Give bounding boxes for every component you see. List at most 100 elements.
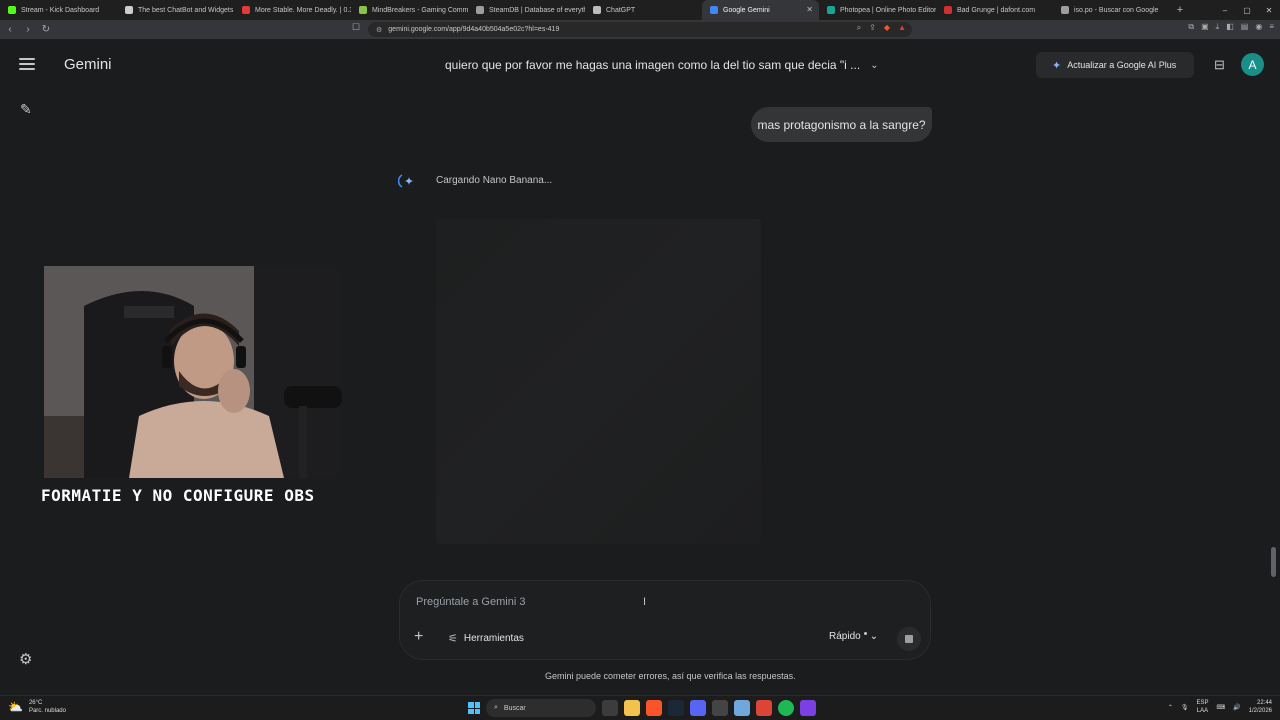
notepad-icon[interactable] — [734, 700, 750, 716]
brave-rewards-icon[interactable]: ▲ — [898, 23, 906, 33]
brave-browser-icon[interactable] — [646, 700, 662, 716]
app-icon[interactable] — [712, 700, 728, 716]
clock-time: 22:44 — [1256, 700, 1272, 706]
clock[interactable]: 22:44 1/2/2026 — [1249, 699, 1272, 715]
browser-tab[interactable]: Google Gemini ✕ — [702, 0, 819, 20]
maximize-icon[interactable]: ▢ — [1236, 6, 1258, 15]
conversation-title[interactable]: quiero que por favor me hagas una imagen… — [445, 58, 879, 72]
weather-widget[interactable]: ⛅ 26°C Parc. nublado — [8, 699, 66, 715]
tab-label: ChatGPT — [606, 6, 636, 14]
chevron-down-icon: ⌄ — [870, 59, 879, 71]
share-icon[interactable]: ⇪ — [869, 23, 876, 33]
tools-sliders-icon: ⚟ — [448, 633, 458, 645]
browser-tab[interactable]: Stream - Kick Dashboard — [0, 0, 117, 20]
steam-icon[interactable] — [668, 700, 684, 716]
loading-status: Cargando Nano Banana... — [436, 175, 553, 186]
prompt-input[interactable]: Pregúntale a Gemini 3 — [416, 596, 525, 608]
download-icon[interactable]: ⤓ — [1216, 22, 1220, 32]
url-text: gemini.google.com/app/9d4a40b504a5e02c?h… — [388, 26, 560, 33]
wallet-icon[interactable]: ▤ — [1241, 22, 1249, 32]
tools-label: Herramientas — [463, 633, 524, 644]
browser-tab[interactable]: SteamDB | Database of everything — [468, 0, 585, 20]
search-label: Buscar — [503, 704, 526, 712]
stop-button[interactable] — [897, 627, 921, 651]
volume-icon[interactable]: 🔊 — [1233, 704, 1240, 711]
bookmark-icon[interactable]: ☐ — [352, 22, 360, 33]
zoom-icon[interactable]: ⌕ — [857, 23, 861, 33]
search-icon: ⌕ — [494, 704, 498, 711]
address-bar[interactable]: ⚙ gemini.google.com/app/9d4a40b504a5e02c… — [368, 22, 912, 37]
weather-cloud-sun-icon: ⛅ — [8, 700, 23, 714]
browser-tab[interactable]: The best ChatBot and Widgets for — [117, 0, 234, 20]
browser-tab[interactable]: iso.po - Buscar con Google — [1053, 0, 1170, 20]
site-info-icon[interactable]: ⚙ — [376, 26, 382, 34]
screenshot-icon[interactable]: ▣ — [1201, 22, 1209, 32]
tab-favicon-icon — [710, 6, 718, 14]
settings-gear-icon[interactable]: ⚙ — [19, 650, 32, 668]
chrome-icon[interactable] — [756, 700, 772, 716]
browser-tab[interactable]: MindBreakers - Gaming Communit — [351, 0, 468, 20]
pinned-apps — [602, 700, 816, 716]
new-tab-button[interactable]: + — [1170, 4, 1190, 16]
tray-chevron-up-icon[interactable]: ⌃ — [1168, 704, 1173, 711]
new-chat-icon[interactable]: ✎ — [20, 101, 32, 118]
browser-tab[interactable]: ChatGPT — [585, 0, 702, 20]
obs-icon[interactable] — [800, 700, 816, 716]
scrollbar-thumb[interactable] — [1271, 547, 1276, 577]
tab-close-icon[interactable]: ✕ — [806, 5, 813, 14]
hamburger-menu-icon[interactable] — [19, 58, 35, 72]
tab-favicon-icon — [944, 6, 952, 14]
tab-favicon-icon — [593, 6, 601, 14]
sidebar-icon[interactable]: ◧ — [1226, 22, 1234, 32]
microphone-icon[interactable]: 🎙 — [1181, 704, 1189, 711]
archive-icon[interactable]: ⊟ — [1214, 57, 1225, 73]
system-tray: ⌃ 🎙 ESP LAA ⌨ 🔊 22:44 1/2/2026 — [1168, 699, 1272, 715]
tab-label: MindBreakers - Gaming Communit — [372, 6, 468, 14]
upgrade-button[interactable]: ✦ Actualizar a Google AI Plus — [1036, 52, 1194, 78]
tab-favicon-icon — [8, 6, 16, 14]
tab-favicon-icon — [242, 6, 250, 14]
weather-temp: 26°C — [28, 700, 43, 706]
stream-caption: FORMATIE Y NO CONFIGURE OBS — [41, 486, 315, 505]
reload-icon[interactable]: ↻ — [38, 24, 54, 35]
tab-label: iso.po - Buscar con Google — [1074, 6, 1159, 14]
minimize-icon[interactable]: – — [1214, 6, 1236, 15]
browser-tab-strip: Stream - Kick Dashboard The best ChatBot … — [0, 0, 1280, 20]
vpn-icon[interactable]: ◉ — [1255, 22, 1262, 32]
tab-favicon-icon — [1061, 6, 1069, 14]
gemini-spinner-icon — [398, 174, 413, 188]
discord-icon[interactable] — [690, 700, 706, 716]
browser-tab[interactable]: Bad Grunge | dafont.com — [936, 0, 1053, 20]
extension-icon[interactable]: ⧉ — [1188, 22, 1194, 32]
menu-icon[interactable]: ≡ — [1269, 22, 1274, 32]
tab-favicon-icon — [125, 6, 133, 14]
back-icon[interactable]: ‹ — [2, 24, 18, 35]
browser-tab[interactable]: More Stable. More Deadly. | 0.3.5 — [234, 0, 351, 20]
start-button-icon[interactable] — [468, 702, 480, 714]
network-icon[interactable]: ⌨ — [1216, 704, 1225, 711]
mode-selector[interactable]: Rápido ⌄ — [829, 631, 878, 642]
user-message-text: mas protagonismo a la sangre? — [757, 117, 926, 132]
tab-favicon-icon — [476, 6, 484, 14]
tools-button[interactable]: ⚟ Herramientas — [448, 632, 524, 645]
close-window-icon[interactable]: ✕ — [1258, 6, 1280, 15]
tab-label: Bad Grunge | dafont.com — [957, 6, 1036, 14]
task-view-icon[interactable] — [602, 700, 618, 716]
spotify-icon[interactable] — [778, 700, 794, 716]
webcam-feed — [44, 266, 342, 478]
forward-icon[interactable]: › — [20, 24, 36, 35]
prompt-box: Pregúntale a Gemini 3 I + ⚟ Herramientas… — [399, 580, 931, 660]
browser-tab[interactable]: Photopea | Online Photo Editor — [819, 0, 936, 20]
language-indicator[interactable]: ESP LAA — [1196, 699, 1208, 715]
app-brand[interactable]: Gemini — [64, 56, 112, 73]
conversation-title-text: quiero que por favor me hagas una imagen… — [445, 58, 861, 72]
avatar[interactable]: A — [1241, 53, 1264, 76]
file-explorer-icon[interactable] — [624, 700, 640, 716]
lang-top: ESP — [1196, 700, 1209, 706]
tab-label: Google Gemini — [723, 6, 770, 14]
chevron-down-icon: ⌄ — [869, 631, 879, 642]
add-attachment-button[interactable]: + — [414, 628, 423, 646]
brave-shield-icon[interactable]: ◆ — [884, 23, 890, 33]
tab-label: The best ChatBot and Widgets for — [138, 6, 234, 14]
taskbar-search[interactable]: ⌕ Buscar — [486, 699, 596, 717]
